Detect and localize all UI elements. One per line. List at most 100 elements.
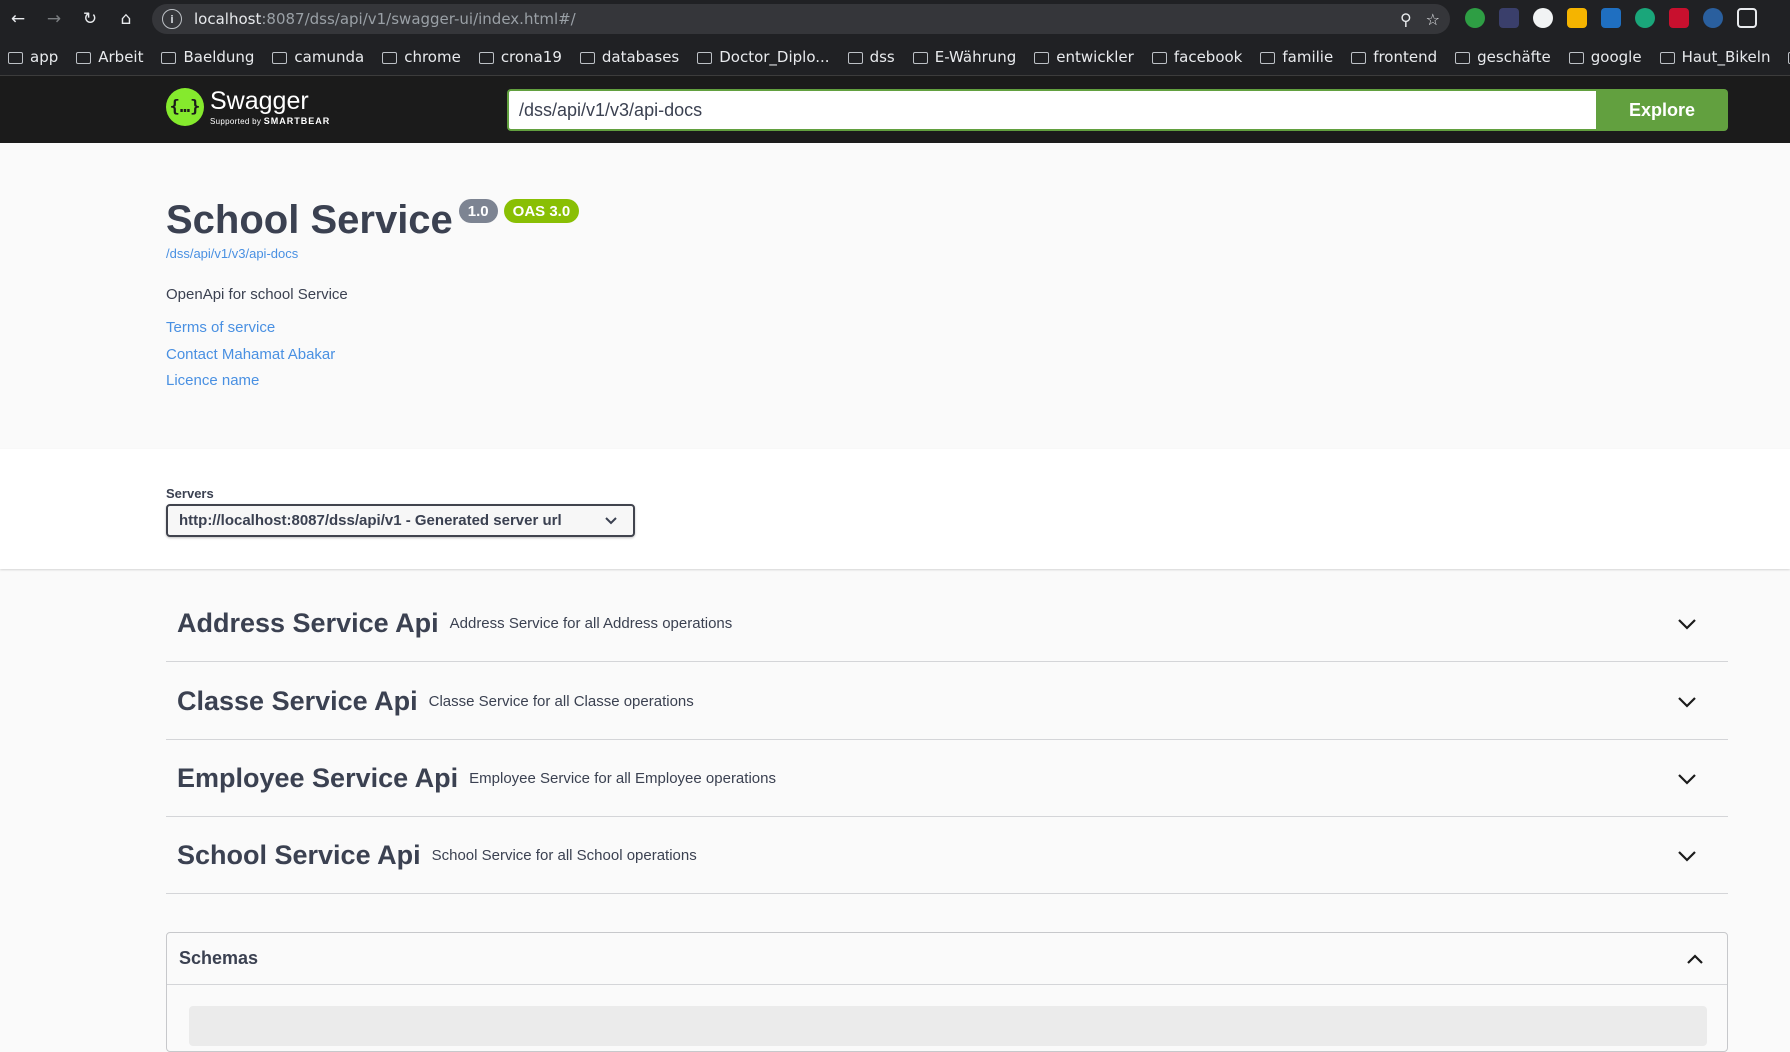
folder-icon — [1455, 51, 1471, 64]
tag-name[interactable]: School Service Api — [177, 840, 421, 871]
chevron-up-icon[interactable] — [1685, 949, 1705, 969]
explore-form: Explore — [507, 89, 1728, 131]
browser-chrome: ← → ↻ ⌂ i localhost:8087/dss/api/v1/swag… — [0, 0, 1790, 76]
folder-icon — [478, 51, 494, 64]
folder-icon — [382, 51, 398, 64]
api-description: OpenApi for school Service — [166, 286, 348, 303]
logo-name: Swagger — [210, 87, 309, 115]
tag-name[interactable]: Address Service Api — [177, 608, 439, 639]
chevron-down-icon[interactable] — [1676, 768, 1698, 790]
servers-select[interactable]: http://localhost:8087/dss/api/v1 - Gener… — [166, 504, 635, 537]
tag-description: School Service for all School operations — [431, 846, 697, 864]
folder-icon — [697, 51, 713, 64]
bookmark-folder[interactable]: databases — [579, 48, 679, 66]
address-bar[interactable]: i localhost:8087/dss/api/v1/swagger-ui/i… — [152, 4, 1450, 34]
tag-section[interactable]: Classe Service Api Classe Service for all… — [166, 663, 1728, 740]
folder-icon — [272, 51, 288, 64]
folder-icon — [8, 51, 23, 64]
bookmark-folder[interactable]: E-Währung — [912, 47, 1017, 66]
logo-brand: SMARTBEAR — [263, 116, 331, 126]
schema-item[interactable] — [189, 1006, 1707, 1046]
bookmark-folder[interactable]: camunda — [272, 48, 364, 66]
spec-link[interactable]: /dss/api/v1/v3/api-docs — [166, 246, 298, 261]
contact-link[interactable]: Contact Mahamat Abakar — [166, 346, 335, 363]
swagger-logo[interactable]: {…} Swagger Supported by SMARTBEAR — [166, 88, 330, 126]
extension-icon[interactable] — [1601, 8, 1621, 28]
tag-section[interactable]: Address Service Api Address Service for a… — [166, 585, 1728, 662]
schemas-section: Schemas — [166, 932, 1728, 1052]
bookmark-folder[interactable]: app — [8, 48, 58, 66]
bookmark-folder[interactable]: familie — [1260, 48, 1333, 66]
home-icon[interactable]: ⌂ — [108, 0, 144, 38]
bookmark-folder[interactable]: Doctor_Diplo... — [697, 48, 830, 66]
folder-icon — [1351, 51, 1367, 64]
folder-icon — [161, 51, 177, 64]
chevron-down-icon[interactable] — [1676, 845, 1698, 867]
extension-icon[interactable] — [1703, 8, 1723, 28]
folder-icon — [1034, 51, 1050, 64]
servers-label: Servers — [166, 486, 214, 501]
folder-icon — [579, 51, 595, 64]
api-info: School Service 1.0 OAS 3.0 /dss/api/v1/v… — [0, 143, 1790, 449]
folder-icon — [1151, 51, 1167, 64]
bookmark-folder[interactable]: dss — [847, 47, 895, 66]
bookmark-label: frontend — [1373, 47, 1438, 66]
chevron-down-icon[interactable] — [1676, 691, 1698, 713]
tag-name[interactable]: Classe Service Api — [177, 686, 418, 717]
reload-icon[interactable]: ↻ — [72, 0, 108, 38]
tag-section[interactable]: School Service Api School Service for all… — [166, 817, 1728, 894]
chevron-down-icon — [605, 517, 617, 525]
oas-badge: OAS 3.0 — [503, 199, 580, 223]
bookmark-folder[interactable]: geschäfte — [1455, 48, 1551, 66]
bookmark-folder[interactable]: chrome — [382, 48, 461, 66]
extension-icon[interactable] — [1533, 8, 1553, 28]
bookmark-folder[interactable]: crona19 — [478, 47, 562, 66]
bookmark-label: chrome — [404, 47, 461, 66]
zoom-icon[interactable]: ⚲ — [1400, 10, 1412, 29]
bookmark-folder[interactable]: frontend — [1351, 48, 1437, 66]
version-badge: 1.0 — [458, 199, 498, 223]
swagger-logo-icon: {…} — [166, 88, 204, 126]
terms-link[interactable]: Terms of service — [166, 319, 275, 336]
address-row: ← → ↻ ⌂ i localhost:8087/dss/api/v1/swag… — [0, 0, 1790, 38]
back-icon[interactable]: ← — [0, 0, 36, 38]
schemas-title: Schemas — [179, 948, 259, 968]
bookmark-label: dss — [869, 47, 895, 66]
schemas-header[interactable]: Schemas — [167, 933, 1727, 985]
tag-description: Address Service for all Address operatio… — [449, 614, 733, 632]
bookmark-label: crona19 — [500, 47, 562, 66]
bookmark-folder[interactable]: entwickler — [1034, 48, 1134, 66]
folder-icon — [912, 51, 928, 64]
tag-section[interactable]: Employee Service Api Employee Service for… — [166, 740, 1728, 817]
extension-icon[interactable] — [1499, 8, 1519, 28]
bookmark-label: facebook — [1173, 47, 1243, 66]
bookmark-label: E-Währung — [934, 47, 1017, 66]
licence-link[interactable]: Licence name — [166, 372, 259, 389]
extension-icon[interactable] — [1635, 8, 1655, 28]
title-wrap: School Service 1.0 OAS 3.0 — [166, 197, 580, 243]
folder-icon — [1568, 51, 1584, 64]
explore-button[interactable]: Explore — [1596, 89, 1728, 131]
bookmark-label: familie — [1282, 47, 1334, 66]
chevron-down-icon[interactable] — [1676, 613, 1698, 635]
puzzle-icon[interactable] — [1737, 8, 1757, 28]
extension-icon[interactable] — [1567, 8, 1587, 28]
spec-url-input[interactable] — [507, 89, 1596, 131]
bookmark-folder[interactable]: facebook — [1151, 47, 1243, 66]
forward-icon[interactable]: → — [36, 0, 72, 38]
bookmark-folder[interactable]: Haut_Bikeln — [1659, 48, 1770, 66]
bookmark-folder[interactable]: Arbeit — [76, 48, 143, 66]
url-text[interactable]: localhost:8087/dss/api/v1/swagger-ui/ind… — [194, 10, 576, 28]
bookmark-star-icon[interactable]: ☆ — [1426, 10, 1440, 29]
extension-icon[interactable] — [1669, 8, 1689, 28]
folder-icon — [76, 51, 92, 64]
bookmark-label: google — [1590, 47, 1642, 66]
logo-sub-text: Supported by — [210, 117, 262, 126]
site-info-icon[interactable]: i — [162, 9, 182, 29]
extension-icon[interactable] — [1465, 8, 1485, 28]
bookmark-folder[interactable]: Baeldung — [161, 48, 254, 66]
folder-icon — [1659, 51, 1675, 64]
bookmark-folder[interactable]: google — [1568, 47, 1642, 66]
bookmark-label: Baeldung — [183, 47, 255, 66]
tag-name[interactable]: Employee Service Api — [177, 763, 458, 794]
